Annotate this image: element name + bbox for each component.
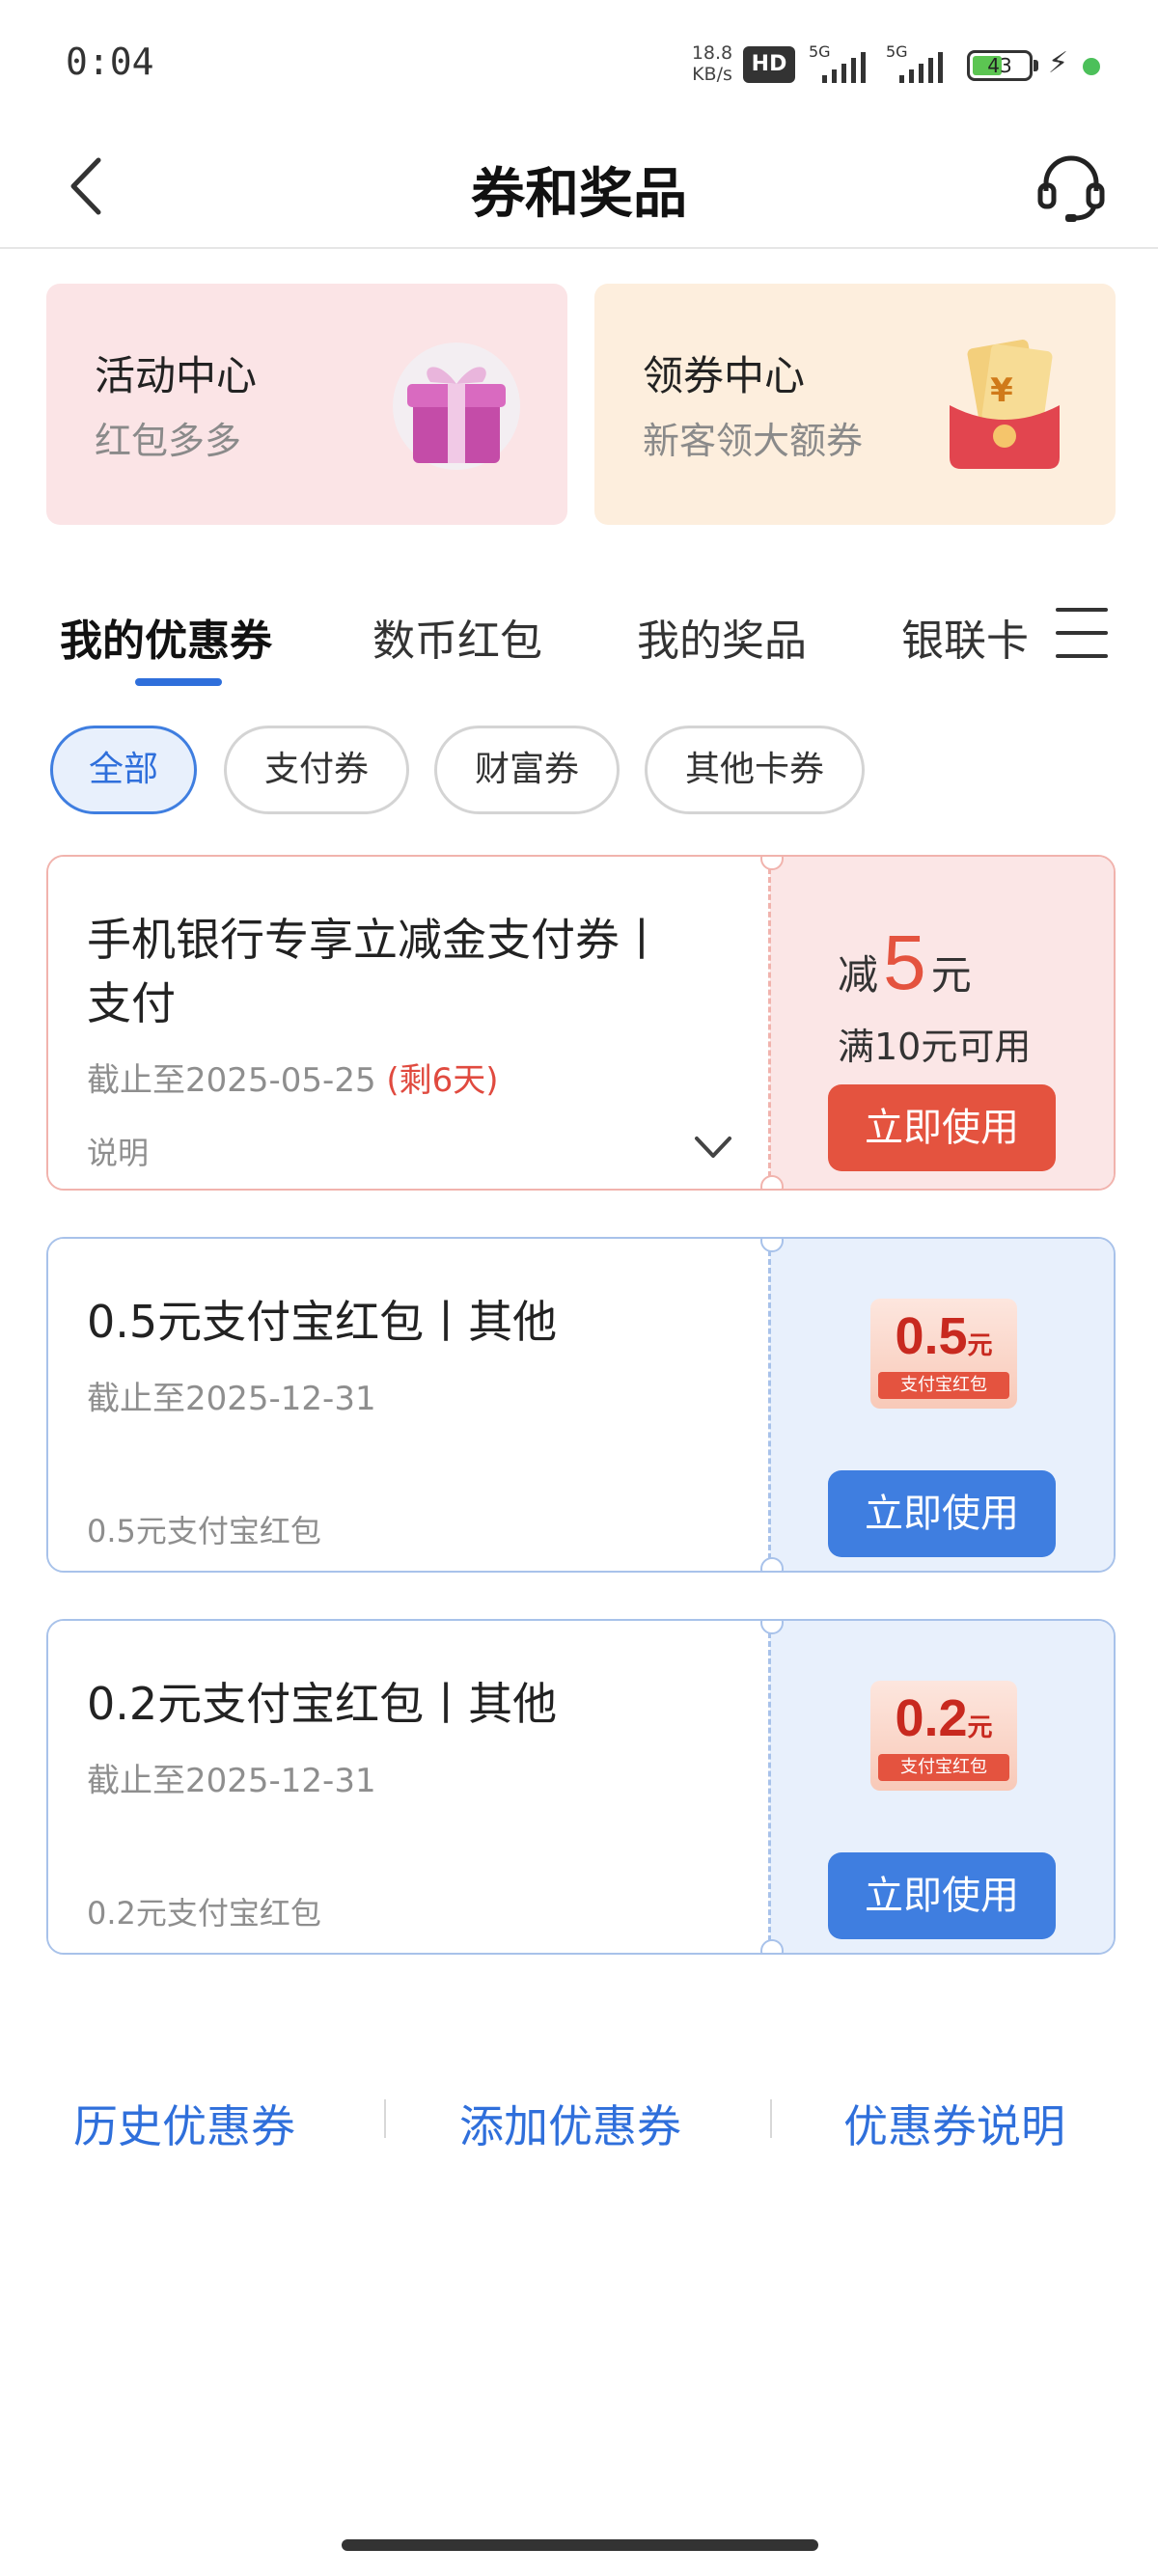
- coupon-card-alipay-red-packet-0-2: 0.2元支付宝红包丨其他 截止至2025-12-31 0.2元支付宝红包 0.2…: [46, 1619, 1116, 1955]
- network-speed: 18.8 KB/s: [689, 42, 735, 85]
- coupon-card-alipay-red-packet-0-5: 0.5元支付宝红包丨其他 截止至2025-12-31 0.5元支付宝红包 0.5…: [46, 1237, 1116, 1573]
- privacy-dot-icon: [1083, 58, 1100, 75]
- red-packet-caption: 支付宝红包: [878, 1372, 1009, 1399]
- coupon-center-card[interactable]: 领券中心 新客领大额券 ¥: [594, 284, 1116, 525]
- svg-text:¥: ¥: [990, 371, 1013, 410]
- coupon-deadline: 截止至2025-05-25 (剩6天): [87, 1054, 499, 1101]
- red-packet-caption: 支付宝红包: [878, 1754, 1009, 1781]
- coupon-deadline: 截止至2025-12-31: [87, 1380, 376, 1418]
- activity-center-title: 活动中心: [95, 352, 258, 399]
- nav-header: 券和奖品: [0, 125, 1158, 249]
- alipay-red-packet-badge: 0.2元 支付宝红包: [870, 1681, 1017, 1791]
- customer-service-headset-icon[interactable]: [1033, 149, 1110, 226]
- coupon-card-payment-discount: 手机银行专享立减金支付券丨 支付 截止至2025-05-25 (剩6天) 说明 …: [46, 855, 1116, 1191]
- tab-unionpay-card[interactable]: 银联卡: [901, 606, 1029, 668]
- history-coupons-link[interactable]: 历史优惠券: [73, 2092, 295, 2155]
- network-speed-value: 18.8: [691, 42, 733, 64]
- network-type-label: 5G: [886, 42, 908, 61]
- hd-icon: HD: [743, 46, 795, 83]
- network-type-label: 5G: [809, 42, 831, 61]
- coupon-note: 0.2元支付宝红包: [87, 1895, 321, 1932]
- coupon-center-subtitle: 新客领大额券: [643, 420, 864, 462]
- tab-my-prizes[interactable]: 我的奖品: [637, 606, 807, 668]
- link-divider: [770, 2099, 772, 2138]
- add-coupon-link[interactable]: 添加优惠券: [459, 2092, 681, 2155]
- use-now-button[interactable]: 立即使用: [828, 1852, 1056, 1939]
- active-tab-indicator: [135, 678, 222, 686]
- coupon-title: 手机银行专享立减金支付券丨: [87, 914, 664, 966]
- coupon-title: 0.5元支付宝红包丨其他: [87, 1296, 558, 1348]
- charging-icon: ⚡: [1048, 46, 1069, 80]
- signal-icon-sim1: 5G: [809, 42, 876, 83]
- status-time: 0:04: [66, 41, 154, 83]
- discount-condition: 满10元可用: [838, 1026, 1032, 1068]
- activity-center-card[interactable]: 活动中心 红包多多: [46, 284, 567, 525]
- page-title: 券和奖品: [471, 163, 687, 226]
- filter-chip-all[interactable]: 全部: [50, 726, 197, 814]
- coupon-title-line2: 支付: [87, 977, 176, 1029]
- battery-icon: 43: [967, 50, 1033, 81]
- coupon-deadline-date: 截止至2025-05-25: [87, 1061, 376, 1100]
- filter-chip-payment[interactable]: 支付券: [224, 726, 409, 814]
- discount-amount: 减 5 元: [838, 918, 972, 1007]
- filter-chip-other-cards[interactable]: 其他卡券: [645, 726, 865, 814]
- coupon-center-title: 领券中心: [643, 352, 806, 399]
- chevron-down-icon[interactable]: [691, 1131, 735, 1164]
- tab-digital-currency-red-packets[interactable]: 数币红包: [372, 606, 542, 668]
- red-packet-amount: 0.2元: [895, 1689, 993, 1747]
- coupon-note: 0.5元支付宝红包: [87, 1513, 321, 1549]
- network-speed-unit: KB/s: [692, 64, 732, 85]
- coupon-instructions-link[interactable]: 优惠券说明: [843, 2092, 1065, 2155]
- coupon-deadline: 截止至2025-12-31: [87, 1762, 376, 1800]
- use-now-button[interactable]: 立即使用: [828, 1470, 1056, 1557]
- red-envelope-coupon-icon: ¥: [950, 340, 1060, 469]
- home-indicator[interactable]: [342, 2539, 818, 2551]
- discount-value: 5: [883, 919, 926, 1005]
- status-bar: 0:04 18.8 KB/s HD 5G 5G 43 ⚡: [0, 0, 1158, 125]
- discount-unit: 元: [930, 951, 972, 999]
- coupon-description-label: 说明: [87, 1135, 150, 1171]
- link-divider: [384, 2099, 386, 2138]
- alipay-red-packet-badge: 0.5元 支付宝红包: [870, 1299, 1017, 1409]
- gift-box-icon: [393, 343, 520, 470]
- coupon-title: 0.2元支付宝红包丨其他: [87, 1678, 558, 1730]
- coupon-remaining-days: (剩6天): [386, 1061, 499, 1100]
- discount-prefix: 减: [838, 951, 879, 999]
- tab-my-coupons[interactable]: 我的优惠券: [60, 606, 272, 668]
- use-now-button[interactable]: 立即使用: [828, 1084, 1056, 1171]
- activity-center-subtitle: 红包多多: [95, 420, 242, 462]
- filter-chip-wealth[interactable]: 财富券: [434, 726, 620, 814]
- menu-icon[interactable]: [1056, 606, 1108, 660]
- battery-level: 43: [987, 54, 1012, 77]
- signal-icon-sim2: 5G: [886, 42, 953, 83]
- red-packet-amount: 0.5元: [895, 1307, 993, 1365]
